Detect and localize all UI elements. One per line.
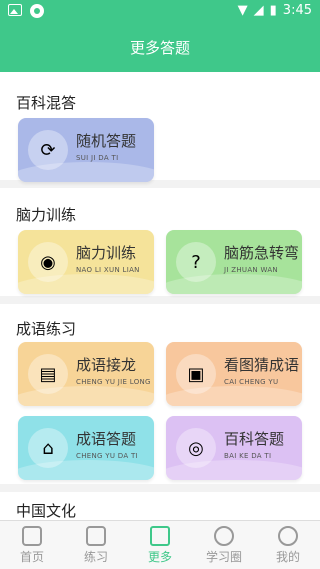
card-title: 成语接龙 bbox=[76, 356, 137, 374]
chat-icon bbox=[214, 526, 234, 546]
wifi-icon: ▼ bbox=[237, 3, 248, 18]
refresh-icon: ⟳ bbox=[28, 130, 68, 170]
app-notification-icon bbox=[30, 4, 44, 18]
home-icon bbox=[22, 526, 42, 546]
image-icon bbox=[8, 4, 22, 16]
pavilion-icon: ⌂ bbox=[28, 428, 68, 468]
nav-practice[interactable]: 练习 bbox=[64, 521, 128, 569]
book-icon: ▤ bbox=[28, 354, 68, 394]
practice-icon bbox=[86, 526, 106, 546]
nav-home[interactable]: 首页 bbox=[0, 521, 64, 569]
section-title: 脑力训练 bbox=[16, 206, 77, 224]
battery-icon: ▮ bbox=[269, 3, 277, 18]
signal-icon: ◢ bbox=[253, 3, 264, 18]
card-subtitle: CHENG YU DA TI bbox=[76, 452, 138, 460]
section-baike: 百科混答 ⟳ 随机答题 SUI JI DA TI bbox=[0, 72, 320, 182]
card-subtitle: BAI KE DA TI bbox=[224, 452, 272, 460]
section-idioms: 成语练习 ▤ 成语接龙 CHENG YU JIE LONG ▣ 看图猜成语 CA… bbox=[0, 304, 320, 484]
status-time: 3:45 bbox=[282, 3, 312, 18]
card-subtitle: NAO LI XUN LIAN bbox=[76, 266, 140, 274]
card-title: 百科答题 bbox=[224, 430, 285, 448]
question-icon: ? bbox=[176, 242, 216, 282]
card-guess-idiom[interactable]: ▣ 看图猜成语 CAI CHENG YU bbox=[166, 342, 302, 406]
card-subtitle: CHENG YU JIE LONG bbox=[76, 378, 151, 386]
nav-label: 更多 bbox=[147, 550, 172, 564]
nav-study-circle[interactable]: 学习圈 bbox=[192, 521, 256, 569]
card-subtitle: SUI JI DA TI bbox=[76, 154, 119, 162]
planet-icon: ◎ bbox=[176, 428, 216, 468]
section-brain: 脑力训练 ◉ 脑力训练 NAO LI XUN LIAN ? 脑筋急转弯 JI Z… bbox=[0, 188, 320, 296]
nav-label: 学习圈 bbox=[205, 550, 242, 564]
nav-label: 练习 bbox=[83, 550, 108, 564]
status-right: ▼ ◢ ▮ 3:45 bbox=[238, 3, 312, 18]
card-title: 脑筋急转弯 bbox=[224, 244, 300, 262]
nav-profile[interactable]: 我的 bbox=[256, 521, 320, 569]
girl-avatar-icon: ◉ bbox=[28, 242, 68, 282]
status-left bbox=[8, 4, 44, 18]
card-subtitle: CAI CHENG YU bbox=[224, 378, 279, 386]
status-bar: ▼ ◢ ▮ 3:45 bbox=[0, 0, 320, 24]
section-title: 百科混答 bbox=[16, 94, 77, 112]
card-title: 脑力训练 bbox=[76, 244, 137, 262]
more-icon bbox=[150, 526, 170, 546]
card-brain-training[interactable]: ◉ 脑力训练 NAO LI XUN LIAN bbox=[18, 230, 154, 294]
card-random-quiz[interactable]: ⟳ 随机答题 SUI JI DA TI bbox=[18, 118, 154, 182]
card-brain-teaser[interactable]: ? 脑筋急转弯 JI ZHUAN WAN bbox=[166, 230, 302, 294]
profile-icon bbox=[278, 526, 298, 546]
page-title: 更多答题 bbox=[0, 24, 320, 72]
card-encyclopedia-quiz[interactable]: ◎ 百科答题 BAI KE DA TI bbox=[166, 416, 302, 480]
card-idiom-chain[interactable]: ▤ 成语接龙 CHENG YU JIE LONG bbox=[18, 342, 154, 406]
card-title: 成语答题 bbox=[76, 430, 137, 448]
picture-icon: ▣ bbox=[176, 354, 216, 394]
content-list[interactable]: 百科混答 ⟳ 随机答题 SUI JI DA TI 脑力训练 ◉ 脑力训练 NAO… bbox=[0, 72, 320, 520]
nav-more[interactable]: 更多 bbox=[128, 521, 192, 569]
card-title: 随机答题 bbox=[76, 132, 137, 150]
nav-label: 我的 bbox=[275, 550, 300, 564]
bottom-nav: 首页 练习 更多 学习圈 我的 bbox=[0, 520, 320, 569]
card-idiom-quiz[interactable]: ⌂ 成语答题 CHENG YU DA TI bbox=[18, 416, 154, 480]
app-screen: ▼ ◢ ▮ 3:45 更多答题 百科混答 ⟳ 随机答题 SUI JI DA TI… bbox=[0, 0, 320, 569]
card-subtitle: JI ZHUAN WAN bbox=[224, 266, 278, 274]
section-title: 成语练习 bbox=[16, 320, 77, 338]
section-title: 中国文化 bbox=[16, 502, 77, 520]
section-culture: 中国文化 bbox=[0, 492, 320, 520]
nav-label: 首页 bbox=[19, 550, 44, 564]
card-title: 看图猜成语 bbox=[224, 356, 300, 374]
